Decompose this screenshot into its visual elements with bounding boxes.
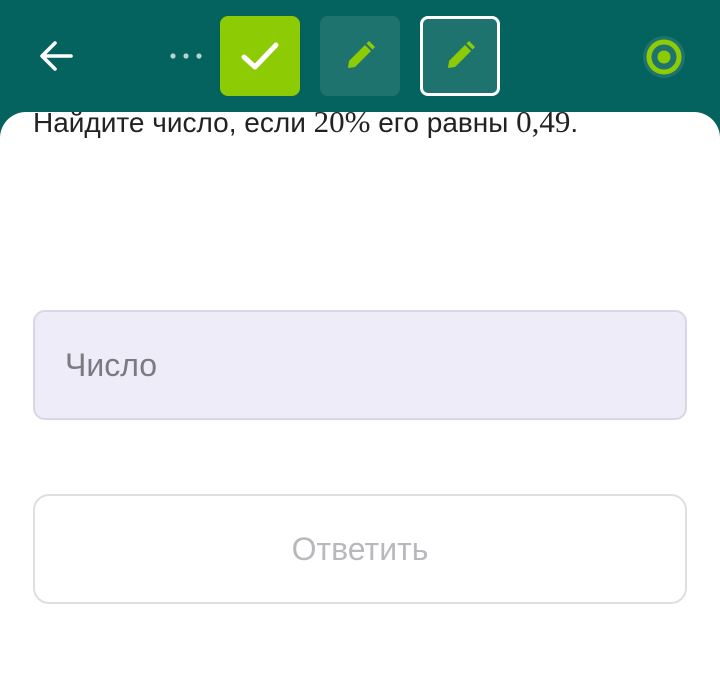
question-percent: 20% (313, 112, 371, 139)
question-value: 0,49 (516, 112, 571, 139)
step-pending[interactable] (320, 16, 400, 96)
pencil-icon (348, 41, 375, 68)
step-current[interactable] (420, 16, 500, 96)
progress-indicator[interactable] (641, 34, 687, 80)
answer-input[interactable] (33, 310, 687, 420)
more-steps-button[interactable] (164, 36, 208, 76)
step-completed[interactable] (220, 16, 300, 96)
more-horizontal-icon (170, 53, 202, 59)
question-text: . (570, 112, 579, 138)
back-button[interactable] (30, 31, 82, 81)
question-text: Найдите число, если (33, 112, 314, 138)
submit-button[interactable]: Ответить (33, 494, 687, 604)
check-icon (241, 42, 279, 70)
task-question: Найдите число, если 20% его равны 0,49. (33, 112, 578, 139)
question-text: его равны (370, 112, 517, 138)
arrow-left-icon (40, 41, 73, 71)
progress-ring-icon (643, 36, 685, 78)
app-screen: Найдите число, если 20% его равны 0,49. … (0, 0, 720, 678)
pencil-icon (448, 41, 475, 68)
task-sheet: Найдите число, если 20% его равны 0,49. … (0, 112, 720, 678)
